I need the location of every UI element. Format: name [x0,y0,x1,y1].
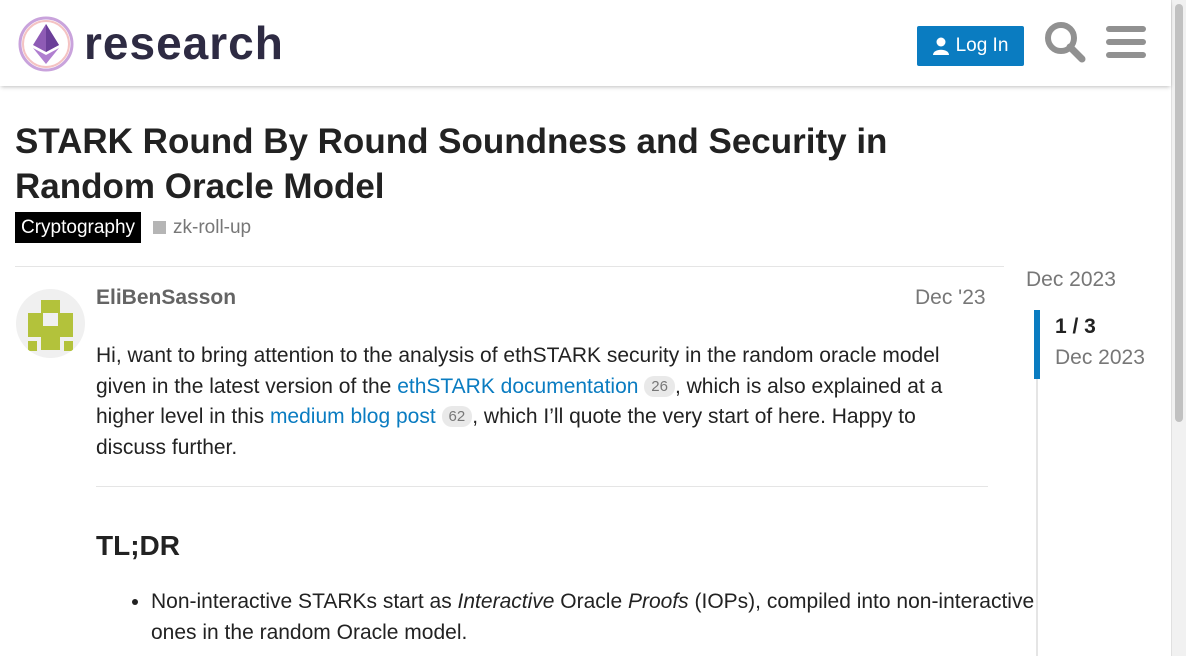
user-icon [932,37,949,55]
timeline-post-count: 1 / 3 [1055,315,1096,338]
bullet-text: Non-interactive STARKs start as [151,590,458,613]
tldr-bullet-list: Non-interactive STARKs start as Interact… [96,587,1043,648]
user-avatar[interactable] [16,289,85,358]
category-badge[interactable]: Cryptography [15,212,142,243]
topic-title[interactable]: STARK Round By Round Soundness and Secur… [15,119,1015,209]
tag-square-icon [153,221,166,234]
ethereum-research-logo-icon[interactable] [16,14,76,74]
tldr-heading: TL;DR [96,530,180,561]
hamburger-menu-icon[interactable] [1104,20,1148,64]
post-date[interactable]: Dec '23 [915,286,986,310]
tag-label: zk-roll-up [173,216,252,238]
topic-tag[interactable]: zk-roll-up [153,212,251,243]
medium-blog-post-link[interactable]: medium blog post [270,405,436,428]
timeline-scroll-handle[interactable] [1034,310,1040,379]
link-click-count: 62 [441,406,473,427]
login-button-label: Log In [955,35,1009,56]
topic-divider [15,266,1004,267]
site-header: research Log In [0,0,1171,86]
login-button[interactable]: Log In [917,26,1024,66]
post-paragraph: Hi, want to bring attention to the analy… [96,341,988,463]
post-author[interactable]: EliBenSasson [96,286,236,310]
bullet-emphasis: Interactive [457,590,555,613]
page-scrollbar[interactable] [1171,0,1186,656]
timeline-start-date[interactable]: Dec 2023 [1026,268,1116,292]
ethstark-documentation-link[interactable]: ethSTARK documentation [397,375,638,398]
link-click-count: 26 [644,375,675,397]
site-logo-text[interactable]: research [84,14,284,72]
bullet-text: Oracle [554,590,628,613]
list-item: Non-interactive STARKs start as Interact… [151,587,1043,648]
bullet-emphasis: Proofs [627,590,689,613]
search-icon[interactable] [1043,20,1087,64]
post-horizontal-rule [96,486,988,487]
scrollbar-thumb[interactable] [1175,4,1183,422]
timeline-current-date: Dec 2023 [1055,346,1145,369]
post-body: Hi, want to bring attention to the analy… [96,341,988,463]
